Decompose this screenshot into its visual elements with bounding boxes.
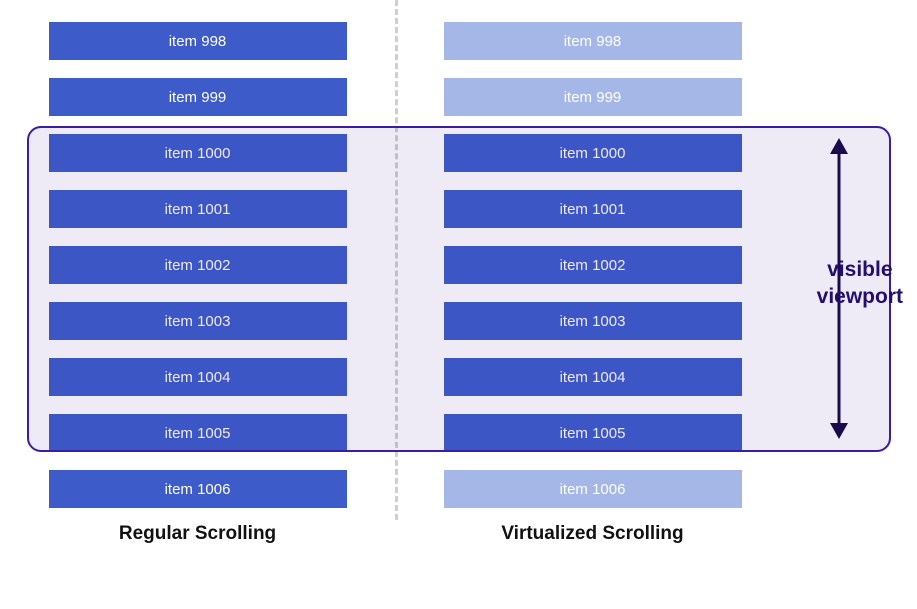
list-item: item 1000	[444, 134, 742, 172]
viewport-label-line: visible	[817, 256, 903, 283]
list-item: item 1001	[49, 190, 347, 228]
columns-wrapper: item 998 item 999 item 1000 item 1001 it…	[0, 0, 917, 545]
list-item: item 1006	[49, 470, 347, 508]
list-item: item 1002	[444, 246, 742, 284]
list-item: item 999	[49, 78, 347, 116]
list-item: item 1004	[444, 358, 742, 396]
list-item-faded: item 999	[444, 78, 742, 116]
list-item-faded: item 1006	[444, 470, 742, 508]
list-item: item 1005	[49, 414, 347, 452]
list-item: item 1003	[444, 302, 742, 340]
list-item: item 1003	[49, 302, 347, 340]
diagram-container: item 998 item 999 item 1000 item 1001 it…	[0, 0, 917, 609]
list-item: item 1005	[444, 414, 742, 452]
list-item: item 1000	[49, 134, 347, 172]
regular-scrolling-caption: Regular Scrolling	[119, 523, 276, 545]
list-item: item 1002	[49, 246, 347, 284]
list-item-faded: item 998	[444, 22, 742, 60]
virtualized-scrolling-caption: Virtualized Scrolling	[501, 523, 683, 545]
list-item: item 1001	[444, 190, 742, 228]
visible-viewport-label: visible viewport	[817, 256, 903, 311]
virtualized-scrolling-column: item 998 item 999 item 1000 item 1001 it…	[395, 22, 790, 545]
list-item: item 998	[49, 22, 347, 60]
viewport-label-line: viewport	[817, 283, 903, 310]
regular-scrolling-column: item 998 item 999 item 1000 item 1001 it…	[0, 22, 395, 545]
list-item: item 1004	[49, 358, 347, 396]
